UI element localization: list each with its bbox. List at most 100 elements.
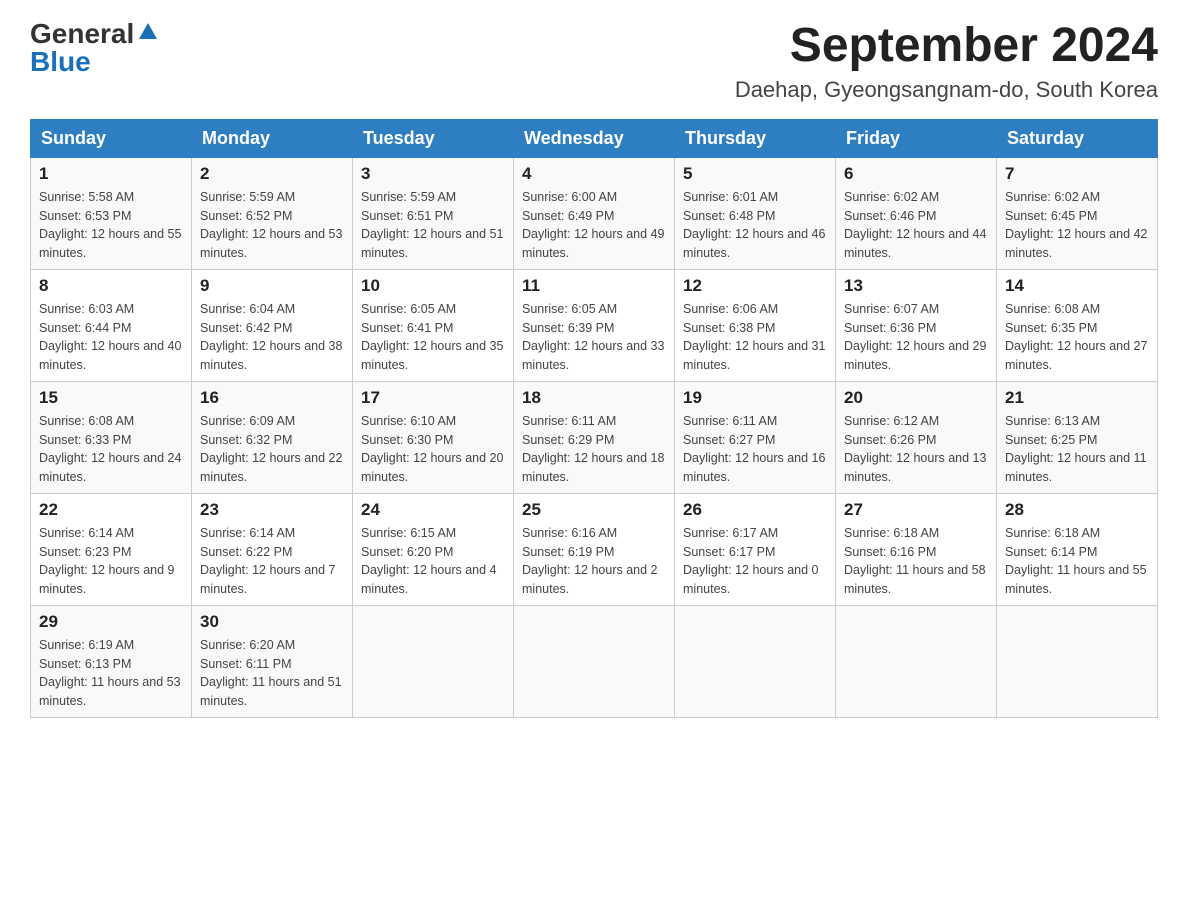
logo-blue: Blue	[30, 48, 91, 76]
table-row: 20 Sunrise: 6:12 AMSunset: 6:26 PMDaylig…	[836, 381, 997, 493]
table-row: 21 Sunrise: 6:13 AMSunset: 6:25 PMDaylig…	[997, 381, 1158, 493]
day-info: Sunrise: 6:00 AMSunset: 6:49 PMDaylight:…	[522, 190, 664, 260]
day-number: 8	[39, 276, 183, 296]
day-number: 3	[361, 164, 505, 184]
day-info: Sunrise: 6:19 AMSunset: 6:13 PMDaylight:…	[39, 638, 181, 708]
day-info: Sunrise: 6:14 AMSunset: 6:22 PMDaylight:…	[200, 526, 336, 596]
day-info: Sunrise: 6:17 AMSunset: 6:17 PMDaylight:…	[683, 526, 819, 596]
day-info: Sunrise: 6:06 AMSunset: 6:38 PMDaylight:…	[683, 302, 825, 372]
day-number: 13	[844, 276, 988, 296]
table-row: 7 Sunrise: 6:02 AMSunset: 6:45 PMDayligh…	[997, 157, 1158, 269]
day-info: Sunrise: 6:05 AMSunset: 6:41 PMDaylight:…	[361, 302, 503, 372]
table-row	[514, 605, 675, 717]
day-info: Sunrise: 6:11 AMSunset: 6:29 PMDaylight:…	[522, 414, 664, 484]
day-info: Sunrise: 6:18 AMSunset: 6:14 PMDaylight:…	[1005, 526, 1147, 596]
day-info: Sunrise: 6:09 AMSunset: 6:32 PMDaylight:…	[200, 414, 342, 484]
header-wednesday: Wednesday	[514, 119, 675, 157]
calendar-subtitle: Daehap, Gyeongsangnam-do, South Korea	[735, 77, 1158, 103]
day-number: 6	[844, 164, 988, 184]
day-number: 14	[1005, 276, 1149, 296]
calendar-table: Sunday Monday Tuesday Wednesday Thursday…	[30, 119, 1158, 718]
table-row: 30 Sunrise: 6:20 AMSunset: 6:11 PMDaylig…	[192, 605, 353, 717]
day-info: Sunrise: 6:12 AMSunset: 6:26 PMDaylight:…	[844, 414, 986, 484]
day-info: Sunrise: 6:10 AMSunset: 6:30 PMDaylight:…	[361, 414, 503, 484]
table-row: 28 Sunrise: 6:18 AMSunset: 6:14 PMDaylig…	[997, 493, 1158, 605]
day-number: 11	[522, 276, 666, 296]
table-row: 5 Sunrise: 6:01 AMSunset: 6:48 PMDayligh…	[675, 157, 836, 269]
table-row: 29 Sunrise: 6:19 AMSunset: 6:13 PMDaylig…	[31, 605, 192, 717]
table-row: 23 Sunrise: 6:14 AMSunset: 6:22 PMDaylig…	[192, 493, 353, 605]
header-tuesday: Tuesday	[353, 119, 514, 157]
table-row: 14 Sunrise: 6:08 AMSunset: 6:35 PMDaylig…	[997, 269, 1158, 381]
table-row: 26 Sunrise: 6:17 AMSunset: 6:17 PMDaylig…	[675, 493, 836, 605]
day-info: Sunrise: 6:07 AMSunset: 6:36 PMDaylight:…	[844, 302, 986, 372]
table-row: 16 Sunrise: 6:09 AMSunset: 6:32 PMDaylig…	[192, 381, 353, 493]
day-info: Sunrise: 5:59 AMSunset: 6:51 PMDaylight:…	[361, 190, 503, 260]
header-monday: Monday	[192, 119, 353, 157]
day-info: Sunrise: 6:04 AMSunset: 6:42 PMDaylight:…	[200, 302, 342, 372]
day-number: 19	[683, 388, 827, 408]
day-info: Sunrise: 6:15 AMSunset: 6:20 PMDaylight:…	[361, 526, 497, 596]
day-number: 29	[39, 612, 183, 632]
header-saturday: Saturday	[997, 119, 1158, 157]
day-info: Sunrise: 6:03 AMSunset: 6:44 PMDaylight:…	[39, 302, 181, 372]
logo-triangle-icon	[137, 21, 159, 43]
table-row: 4 Sunrise: 6:00 AMSunset: 6:49 PMDayligh…	[514, 157, 675, 269]
table-row: 27 Sunrise: 6:18 AMSunset: 6:16 PMDaylig…	[836, 493, 997, 605]
calendar-title: September 2024	[735, 20, 1158, 73]
table-row: 22 Sunrise: 6:14 AMSunset: 6:23 PMDaylig…	[31, 493, 192, 605]
header-thursday: Thursday	[675, 119, 836, 157]
day-info: Sunrise: 6:01 AMSunset: 6:48 PMDaylight:…	[683, 190, 825, 260]
calendar-week-row: 29 Sunrise: 6:19 AMSunset: 6:13 PMDaylig…	[31, 605, 1158, 717]
table-row	[675, 605, 836, 717]
day-number: 27	[844, 500, 988, 520]
page-header: General Blue September 2024 Daehap, Gyeo…	[30, 20, 1158, 103]
title-area: September 2024 Daehap, Gyeongsangnam-do,…	[735, 20, 1158, 103]
day-number: 26	[683, 500, 827, 520]
calendar-week-row: 8 Sunrise: 6:03 AMSunset: 6:44 PMDayligh…	[31, 269, 1158, 381]
day-number: 9	[200, 276, 344, 296]
day-number: 18	[522, 388, 666, 408]
calendar-week-row: 22 Sunrise: 6:14 AMSunset: 6:23 PMDaylig…	[31, 493, 1158, 605]
calendar-week-row: 15 Sunrise: 6:08 AMSunset: 6:33 PMDaylig…	[31, 381, 1158, 493]
table-row: 15 Sunrise: 6:08 AMSunset: 6:33 PMDaylig…	[31, 381, 192, 493]
table-row: 17 Sunrise: 6:10 AMSunset: 6:30 PMDaylig…	[353, 381, 514, 493]
table-row: 1 Sunrise: 5:58 AMSunset: 6:53 PMDayligh…	[31, 157, 192, 269]
day-number: 25	[522, 500, 666, 520]
table-row: 13 Sunrise: 6:07 AMSunset: 6:36 PMDaylig…	[836, 269, 997, 381]
table-row: 12 Sunrise: 6:06 AMSunset: 6:38 PMDaylig…	[675, 269, 836, 381]
table-row: 24 Sunrise: 6:15 AMSunset: 6:20 PMDaylig…	[353, 493, 514, 605]
day-number: 12	[683, 276, 827, 296]
table-row	[353, 605, 514, 717]
day-number: 21	[1005, 388, 1149, 408]
day-info: Sunrise: 6:02 AMSunset: 6:46 PMDaylight:…	[844, 190, 986, 260]
header-friday: Friday	[836, 119, 997, 157]
day-info: Sunrise: 5:59 AMSunset: 6:52 PMDaylight:…	[200, 190, 342, 260]
table-row: 25 Sunrise: 6:16 AMSunset: 6:19 PMDaylig…	[514, 493, 675, 605]
table-row: 3 Sunrise: 5:59 AMSunset: 6:51 PMDayligh…	[353, 157, 514, 269]
day-info: Sunrise: 6:11 AMSunset: 6:27 PMDaylight:…	[683, 414, 825, 484]
table-row	[836, 605, 997, 717]
day-number: 17	[361, 388, 505, 408]
day-number: 2	[200, 164, 344, 184]
logo: General Blue	[30, 20, 159, 76]
table-row: 2 Sunrise: 5:59 AMSunset: 6:52 PMDayligh…	[192, 157, 353, 269]
day-number: 30	[200, 612, 344, 632]
day-number: 1	[39, 164, 183, 184]
day-number: 24	[361, 500, 505, 520]
day-info: Sunrise: 6:02 AMSunset: 6:45 PMDaylight:…	[1005, 190, 1147, 260]
table-row: 19 Sunrise: 6:11 AMSunset: 6:27 PMDaylig…	[675, 381, 836, 493]
header-sunday: Sunday	[31, 119, 192, 157]
table-row: 18 Sunrise: 6:11 AMSunset: 6:29 PMDaylig…	[514, 381, 675, 493]
day-info: Sunrise: 6:20 AMSunset: 6:11 PMDaylight:…	[200, 638, 342, 708]
calendar-week-row: 1 Sunrise: 5:58 AMSunset: 6:53 PMDayligh…	[31, 157, 1158, 269]
day-number: 10	[361, 276, 505, 296]
table-row: 11 Sunrise: 6:05 AMSunset: 6:39 PMDaylig…	[514, 269, 675, 381]
day-info: Sunrise: 6:18 AMSunset: 6:16 PMDaylight:…	[844, 526, 986, 596]
day-info: Sunrise: 6:05 AMSunset: 6:39 PMDaylight:…	[522, 302, 664, 372]
day-number: 28	[1005, 500, 1149, 520]
table-row: 8 Sunrise: 6:03 AMSunset: 6:44 PMDayligh…	[31, 269, 192, 381]
day-number: 4	[522, 164, 666, 184]
table-row: 6 Sunrise: 6:02 AMSunset: 6:46 PMDayligh…	[836, 157, 997, 269]
day-info: Sunrise: 6:08 AMSunset: 6:35 PMDaylight:…	[1005, 302, 1147, 372]
